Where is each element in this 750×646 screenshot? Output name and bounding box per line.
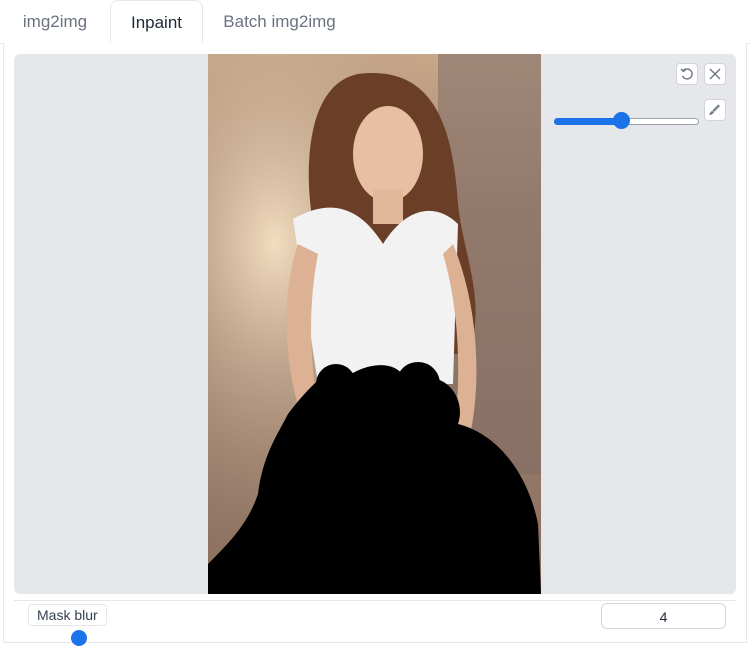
brush-button[interactable] <box>704 99 726 121</box>
undo-icon <box>680 68 693 80</box>
inpaint-canvas[interactable] <box>14 54 736 594</box>
mask-blur-label: Mask blur <box>28 604 107 626</box>
source-image[interactable] <box>208 54 541 594</box>
tab-img2img[interactable]: img2img <box>10 0 100 43</box>
brush-slider-thumb[interactable] <box>613 112 630 129</box>
brush-icon <box>709 104 721 115</box>
close-icon <box>709 68 721 80</box>
mask-blur-input[interactable]: 4 <box>601 603 726 629</box>
brush-size-slider[interactable] <box>554 112 699 130</box>
clear-button[interactable] <box>704 63 726 85</box>
tab-inpaint[interactable]: Inpaint <box>110 0 203 43</box>
image-illustration <box>208 54 541 594</box>
mask-blur-slider-thumb[interactable] <box>71 630 87 646</box>
brush-slider-fill <box>554 118 621 125</box>
tab-batch-img2img[interactable]: Batch img2img <box>212 0 347 43</box>
undo-button[interactable] <box>676 63 698 85</box>
tab-bar: img2img Inpaint Batch img2img <box>0 0 750 44</box>
